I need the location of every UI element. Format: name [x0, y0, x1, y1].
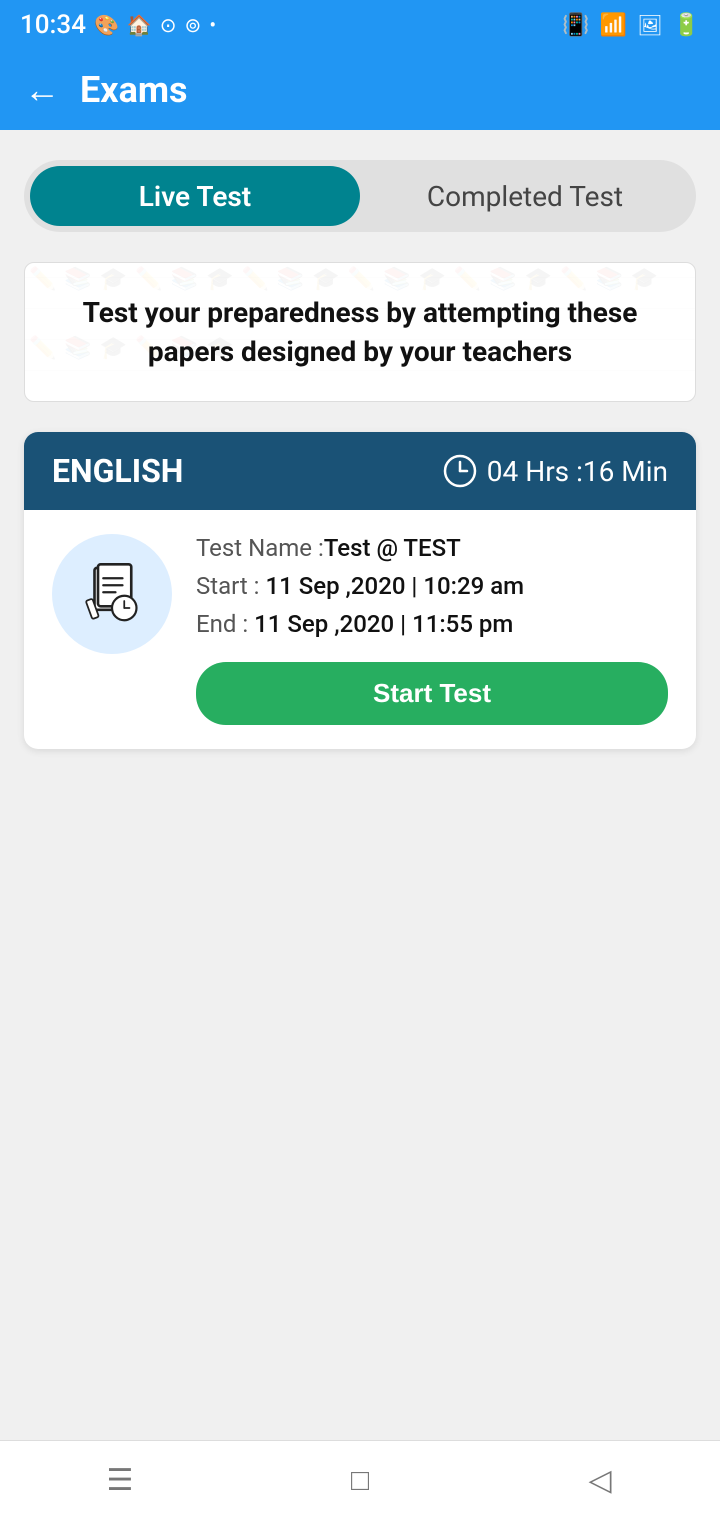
exam-timer-text: 04 Hrs :16 Min [487, 455, 668, 488]
nav-back-button[interactable]: ◁ [570, 1451, 630, 1511]
test-name-row: Test Name :Test @ TEST [196, 534, 668, 562]
start-value: 11 Sep ,2020 | 10:29 am [265, 572, 524, 600]
test-name-value: Test @ TEST [324, 534, 461, 562]
status-right-icons: 📳 📶 🖼 🔋 [562, 13, 700, 38]
end-row: End : 11 Sep ,2020 | 11:55 pm [196, 610, 668, 638]
banner: ✏️📚🎓✏️📚🎓✏️📚 🎓✏️📚🎓✏️📚🎓✏️ 📚🎓✏️📚🎓✏️📚🎓 Test … [24, 262, 696, 402]
start-label: Start : [196, 572, 260, 600]
end-label: End : [196, 610, 248, 638]
back-button[interactable]: ← [24, 72, 60, 108]
tab-live-test[interactable]: Live Test [30, 166, 360, 226]
status-icon-circle1: ⊙ [160, 13, 177, 37]
exam-details: Test Name :Test @ TEST Start : 11 Sep ,2… [196, 534, 668, 725]
gallery-icon: 🖼 [637, 13, 662, 37]
status-icon-circle2: ⊚ [185, 13, 202, 37]
tab-container: Live Test Completed Test [24, 160, 696, 232]
status-time: 10:34 [20, 10, 86, 40]
clock-icon [443, 454, 477, 488]
exam-card-body: Test Name :Test @ TEST Start : 11 Sep ,2… [24, 510, 696, 749]
exam-card-header: ENGLISH 04 Hrs :16 Min [24, 432, 696, 510]
top-bar: ← Exams [0, 50, 720, 130]
nav-menu-button[interactable]: ☰ [90, 1451, 150, 1511]
main-content: Live Test Completed Test ✏️📚🎓✏️📚🎓✏️📚 🎓✏️… [0, 130, 720, 1520]
battery-icon: 🔋 [673, 13, 700, 38]
bottom-nav: ☰ □ ◁ [0, 1440, 720, 1520]
exam-card: ENGLISH 04 Hrs :16 Min [24, 432, 696, 749]
start-row: Start : 11 Sep ,2020 | 10:29 am [196, 572, 668, 600]
exam-icon-circle [52, 534, 172, 654]
exam-timer: 04 Hrs :16 Min [443, 454, 668, 488]
status-icon-lock: 🏠 [127, 13, 152, 37]
test-name-label: Test Name : [196, 534, 324, 562]
tab-completed-test[interactable]: Completed Test [360, 166, 690, 226]
status-bar: 10:34 🎨 🏠 ⊙ ⊚ • 📳 📶 🖼 🔋 [0, 0, 720, 50]
status-icon-palette: 🎨 [94, 13, 119, 37]
wifi-icon: 📶 [600, 13, 627, 38]
end-value: 11 Sep ,2020 | 11:55 pm [254, 610, 513, 638]
vibrate-icon: 📳 [562, 13, 589, 38]
nav-home-button[interactable]: □ [330, 1451, 390, 1511]
page-title: Exams [80, 69, 188, 111]
exam-document-icon [77, 559, 147, 629]
status-dot: • [209, 13, 216, 37]
start-test-button[interactable]: Start Test [196, 662, 668, 725]
exam-subject: ENGLISH [52, 452, 183, 490]
banner-text: Test your preparedness by attempting the… [49, 293, 671, 371]
